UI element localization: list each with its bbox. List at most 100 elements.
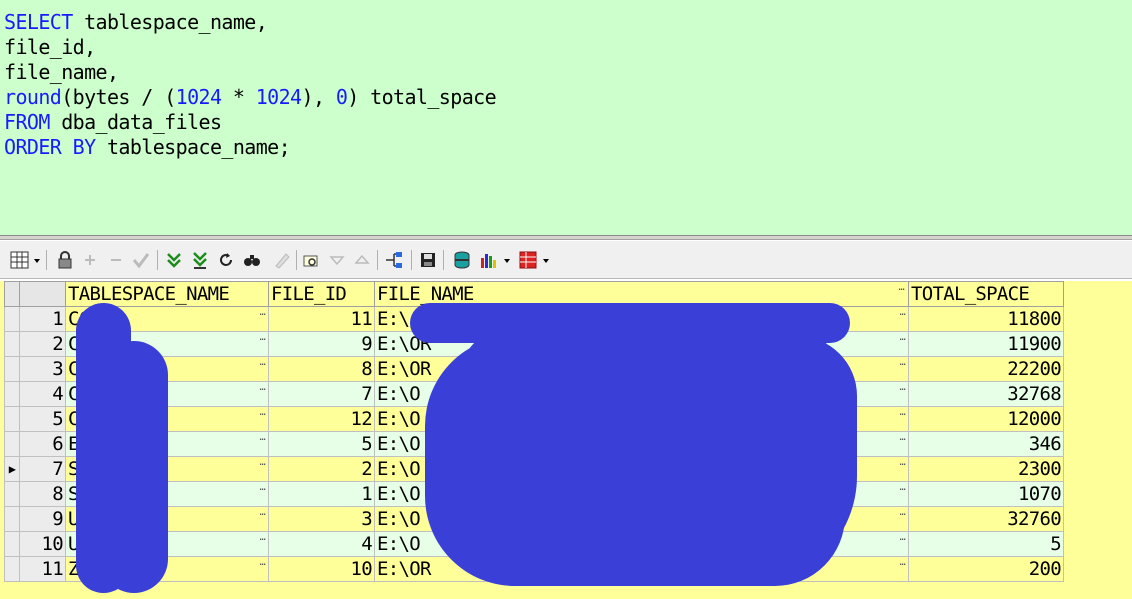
cell-total-space[interactable]: 200 xyxy=(908,556,1064,582)
refresh-icon[interactable] xyxy=(216,250,236,270)
add-record-icon[interactable] xyxy=(80,250,100,270)
row-number[interactable]: 10 xyxy=(19,531,66,557)
row-number[interactable]: 2 xyxy=(19,331,66,357)
ellipsis-icon[interactable]: … xyxy=(900,358,906,368)
sql-text: (bytes / ( xyxy=(61,85,176,109)
sql-line[interactable]: ORDER BY tablespace_name; xyxy=(4,135,496,160)
delete-record-icon[interactable] xyxy=(106,250,126,270)
row-indicator[interactable]: ▶ xyxy=(4,456,20,482)
sql-line[interactable]: round(bytes / (1024 * 1024), 0) total_sp… xyxy=(4,85,497,110)
row-indicator[interactable] xyxy=(4,381,20,407)
row-number[interactable]: 9 xyxy=(19,506,66,532)
post-edit-icon[interactable] xyxy=(131,250,151,270)
row-indicator[interactable] xyxy=(4,331,20,357)
cell-total-space[interactable]: 346 xyxy=(908,431,1064,457)
fetch-last-icon[interactable] xyxy=(190,250,210,270)
ellipsis-icon[interactable]: … xyxy=(900,483,906,493)
clear-icon[interactable] xyxy=(272,250,292,270)
db-icon[interactable] xyxy=(452,250,472,270)
row-indicator[interactable] xyxy=(4,556,20,582)
ellipsis-icon[interactable]: … xyxy=(260,508,266,518)
table-view-icon[interactable] xyxy=(518,250,538,270)
ellipsis-icon[interactable]: … xyxy=(260,533,266,543)
cell-file-id[interactable]: 4 xyxy=(268,531,375,557)
row-number[interactable]: 6 xyxy=(19,431,66,457)
cell-file-id[interactable]: 8 xyxy=(268,356,375,382)
ellipsis-icon[interactable]: … xyxy=(260,458,266,468)
row-indicator[interactable] xyxy=(4,406,20,432)
ellipsis-icon[interactable]: … xyxy=(900,508,906,518)
query-by-example-icon[interactable] xyxy=(301,250,321,270)
chevron-down-icon[interactable] xyxy=(543,259,549,263)
ellipsis-icon[interactable]: … xyxy=(900,458,906,468)
row-number[interactable]: 8 xyxy=(19,481,66,507)
row-indicator[interactable] xyxy=(4,431,20,457)
filter-up-icon[interactable] xyxy=(352,250,372,270)
chevron-down-icon[interactable] xyxy=(34,259,40,263)
splitter[interactable] xyxy=(0,236,1132,240)
row-number[interactable]: 3 xyxy=(19,356,66,382)
ellipsis-icon[interactable]: … xyxy=(260,558,266,568)
cell-file-id[interactable]: 10 xyxy=(268,556,375,582)
ellipsis-icon[interactable]: … xyxy=(260,358,266,368)
row-indicator[interactable] xyxy=(4,506,20,532)
cell-total-space[interactable]: 11800 xyxy=(908,306,1064,332)
cell-total-space[interactable]: 22200 xyxy=(908,356,1064,382)
cell-total-space[interactable]: 1070 xyxy=(908,481,1064,507)
ellipsis-icon[interactable]: … xyxy=(900,558,906,568)
row-number[interactable]: 1 xyxy=(19,306,66,332)
cell-file-id[interactable]: 1 xyxy=(268,481,375,507)
cell-file-id[interactable]: 3 xyxy=(268,506,375,532)
column-header-total-space[interactable]: TOTAL_SPACE xyxy=(908,281,1064,307)
ellipsis-icon[interactable]: … xyxy=(260,408,266,418)
cell-file-id[interactable]: 11 xyxy=(268,306,375,332)
ellipsis-icon[interactable]: … xyxy=(900,533,906,543)
lock-icon[interactable] xyxy=(55,250,75,270)
cell-total-space[interactable]: 12000 xyxy=(908,406,1064,432)
cell-total-space[interactable]: 2300 xyxy=(908,456,1064,482)
ellipsis-icon[interactable]: … xyxy=(260,308,266,318)
ellipsis-icon[interactable]: … xyxy=(260,433,266,443)
column-header-tablespace-name[interactable]: TABLESPACE_NAME xyxy=(65,281,269,307)
ellipsis-icon[interactable]: … xyxy=(900,433,906,443)
sql-code[interactable]: SELECT tablespace_name, file_id, file_name… xyxy=(4,10,497,160)
ellipsis-icon[interactable]: … xyxy=(900,333,906,343)
ellipsis-icon[interactable]: … xyxy=(260,383,266,393)
cell-total-space[interactable]: 5 xyxy=(908,531,1064,557)
cell-file-id[interactable]: 2 xyxy=(268,456,375,482)
cell-file-id[interactable]: 12 xyxy=(268,406,375,432)
fetch-next-icon[interactable] xyxy=(164,250,184,270)
row-indicator[interactable] xyxy=(4,306,20,332)
row-indicator[interactable] xyxy=(4,481,20,507)
sql-line[interactable]: file_name, xyxy=(4,60,496,85)
chart-icon[interactable] xyxy=(479,250,499,270)
ellipsis-icon[interactable]: … xyxy=(260,333,266,343)
cell-total-space[interactable]: 32768 xyxy=(908,381,1064,407)
cell-file-id[interactable]: 7 xyxy=(268,381,375,407)
export-icon[interactable] xyxy=(384,250,404,270)
cell-total-space[interactable]: 11900 xyxy=(908,331,1064,357)
sql-line[interactable]: file_id, xyxy=(4,35,496,60)
cell-total-space[interactable]: 32760 xyxy=(908,506,1064,532)
row-number[interactable]: 5 xyxy=(19,406,66,432)
filter-down-icon[interactable] xyxy=(327,250,347,270)
cell-file-id[interactable]: 5 xyxy=(268,431,375,457)
sql-line[interactable]: FROM dba_data_files xyxy=(4,110,496,135)
sql-editor[interactable]: SELECT tablespace_name, file_id, file_name… xyxy=(0,0,1132,236)
save-icon[interactable] xyxy=(418,250,438,270)
cell-file-id[interactable]: 9 xyxy=(268,331,375,357)
grid-menu-icon[interactable] xyxy=(10,250,30,270)
column-header-file-id[interactable]: FILE_ID xyxy=(268,281,375,307)
row-number[interactable]: 11 xyxy=(19,556,66,582)
sql-line[interactable]: SELECT tablespace_name, xyxy=(4,10,496,35)
ellipsis-icon[interactable]: … xyxy=(260,483,266,493)
ellipsis-icon[interactable]: … xyxy=(900,383,906,393)
row-indicator[interactable] xyxy=(4,531,20,557)
find-icon[interactable] xyxy=(242,250,262,270)
row-number[interactable]: 4 xyxy=(19,381,66,407)
chevron-down-icon[interactable] xyxy=(504,259,510,263)
row-indicator[interactable] xyxy=(4,356,20,382)
ellipsis-icon[interactable]: … xyxy=(900,308,906,318)
ellipsis-icon[interactable]: … xyxy=(900,408,906,418)
row-number[interactable]: 7 xyxy=(19,456,66,482)
